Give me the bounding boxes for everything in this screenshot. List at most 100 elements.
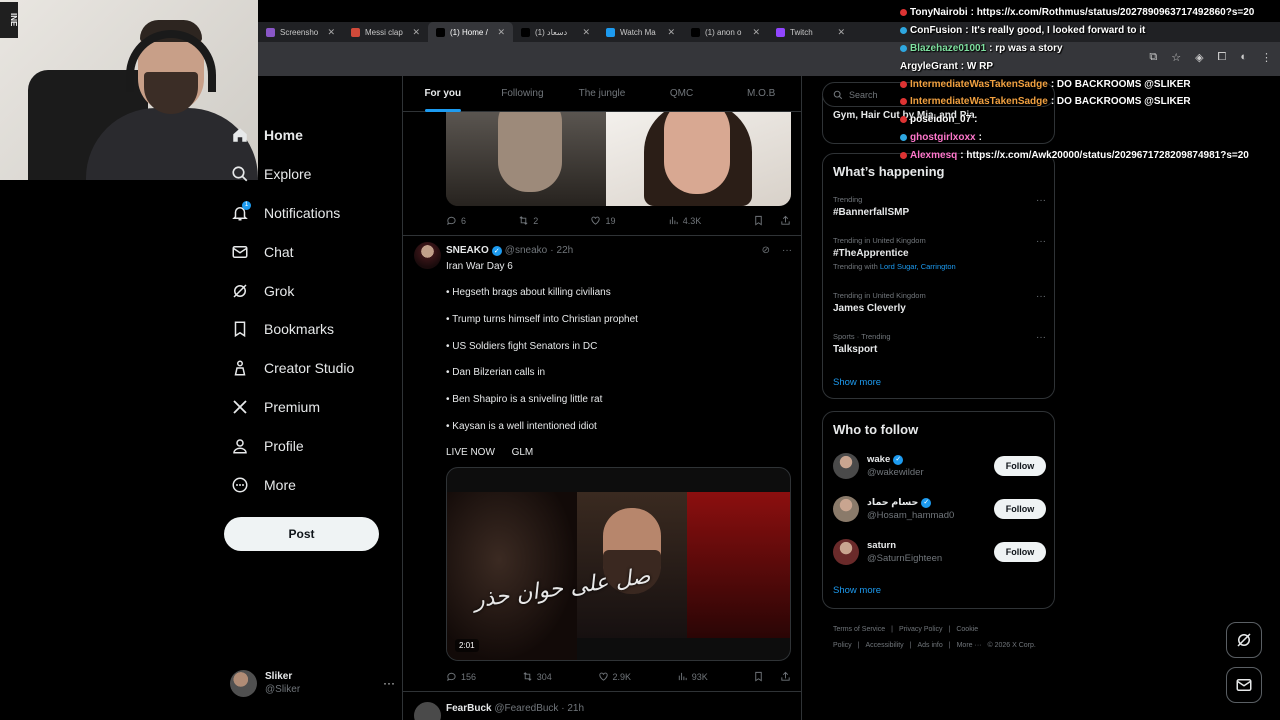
tab-close-icon[interactable]: ✕ <box>837 27 845 38</box>
follow-suggestion[interactable]: حسام حماد ✓ @Hosam_hammad0 Follow <box>833 491 1046 527</box>
tab-following[interactable]: Following <box>483 76 563 112</box>
sidebar-item-premium[interactable]: Premium <box>222 388 402 427</box>
browser-tab[interactable]: (1) دسعاد ✕ <box>513 22 598 42</box>
more-dots-icon[interactable]: ··· <box>383 676 395 690</box>
follow-button[interactable]: Follow <box>994 456 1046 476</box>
tab-qmc[interactable]: QMC <box>642 76 722 112</box>
footer-link[interactable]: Ads info <box>917 642 942 649</box>
tab-the-jungle[interactable]: The jungle <box>562 76 642 112</box>
tab-close-icon[interactable]: ✕ <box>752 27 760 38</box>
sidebar-item-notifications[interactable]: 1 Notifications <box>222 194 402 233</box>
more-dots-icon[interactable]: ··· <box>782 245 792 256</box>
bookmark-share[interactable] <box>753 671 791 682</box>
author-handle[interactable]: @sneako <box>505 245 547 256</box>
like-button[interactable]: 19 <box>590 215 615 226</box>
author-handle[interactable]: @FearedBuck <box>494 703 558 714</box>
avatar[interactable] <box>833 496 859 522</box>
browser-tab[interactable]: Screensho ✕ <box>258 22 343 42</box>
repost-button[interactable]: 2 <box>518 215 538 226</box>
post-links[interactable]: LIVE NOW GLM <box>446 447 533 458</box>
suggestion-name[interactable]: wake <box>867 453 890 466</box>
share-icon[interactable] <box>780 215 791 226</box>
more-dots-icon[interactable]: ··· <box>1036 236 1046 247</box>
sidebar-item-explore[interactable]: Explore <box>222 155 402 194</box>
grok-floating-button[interactable] <box>1226 622 1262 658</box>
sidebar-item-creator-studio[interactable]: Creator Studio <box>222 349 402 388</box>
follow-button[interactable]: Follow <box>994 542 1046 562</box>
views-button[interactable]: 4.3K <box>668 215 701 226</box>
suggestion-handle[interactable]: @wakewilder <box>867 466 924 479</box>
follow-suggestion[interactable]: wake ✓ @wakewilder Follow <box>833 448 1046 484</box>
tab-m-o-b[interactable]: M.O.B <box>721 76 801 112</box>
more-dots-icon[interactable]: ··· <box>1036 291 1046 302</box>
tab-close-icon[interactable]: ✕ <box>327 27 335 38</box>
browser-tab[interactable]: Twitch ✕ <box>768 22 853 42</box>
sidebar-item-profile[interactable]: Profile <box>222 426 402 465</box>
grok-icon[interactable]: ⊘ <box>762 245 770 256</box>
author-avatar[interactable] <box>414 702 441 720</box>
suggestion-name[interactable]: saturn <box>867 539 896 552</box>
browser-tab[interactable]: (1) anon o ✕ <box>683 22 768 42</box>
webcam-overlay: INE <box>0 0 258 180</box>
post-button[interactable]: Post <box>224 517 379 551</box>
suggestion-handle[interactable]: @Hosam_hammad0 <box>867 509 954 522</box>
tab-close-icon[interactable]: ✕ <box>497 27 505 38</box>
avatar[interactable] <box>833 539 859 565</box>
trend-related-links[interactable]: Lord Sugar, Carrington <box>880 262 956 271</box>
sidebar-item-chat[interactable]: Chat <box>222 232 402 271</box>
trend-item[interactable]: Sports · Trending Talksport ··· <box>833 332 1046 355</box>
bookmark-icon[interactable] <box>753 215 764 226</box>
tab-close-icon[interactable]: ✕ <box>582 27 590 38</box>
share-icon[interactable] <box>780 671 791 682</box>
follow-suggestion[interactable]: saturn @SaturnEighteen Follow <box>833 534 1046 570</box>
sidebar-item-more[interactable]: More <box>222 465 402 504</box>
browser-tab[interactable]: (1) Home / ✕ <box>428 22 513 42</box>
post-time[interactable]: 21h <box>567 703 584 714</box>
post-time[interactable]: 22h <box>557 245 574 256</box>
author-avatar[interactable] <box>414 242 441 269</box>
avatar[interactable] <box>833 453 859 479</box>
footer-link[interactable]: More ··· <box>957 642 982 649</box>
post-video[interactable]: صل على حوان حذر 2:01 <box>446 467 791 661</box>
like-button[interactable]: 2.9K <box>598 671 631 682</box>
reply-button[interactable]: 6 <box>446 215 466 226</box>
post-image[interactable] <box>446 112 791 206</box>
account-switcher[interactable]: Sliker @Sliker ··· <box>230 666 395 700</box>
footer-link[interactable]: Terms of Service <box>833 626 885 633</box>
author-name[interactable]: SNEAKO <box>446 245 489 256</box>
trends-show-more[interactable]: Show more <box>833 377 881 388</box>
footer-link[interactable]: © 2026 X Corp. <box>987 642 1035 649</box>
browser-tab[interactable]: Messi clap ✕ <box>343 22 428 42</box>
bookmark-icon[interactable] <box>753 671 764 682</box>
image-right-panel <box>606 112 791 206</box>
trend-item[interactable]: Trending in United Kingdom James Cleverly… <box>833 291 1046 314</box>
suggestion-name[interactable]: حسام حماد <box>867 496 918 509</box>
trend-item[interactable]: Trending in United Kingdom #TheApprentice… <box>833 236 1046 271</box>
sidebar-item-label: Profile <box>264 437 304 454</box>
messages-floating-button[interactable] <box>1226 667 1262 703</box>
footer-link[interactable]: Privacy Policy <box>899 626 943 633</box>
author-name[interactable]: FearBuck <box>446 703 492 714</box>
trend-item[interactable]: Trending #BannerfallSMP ··· <box>833 195 1046 218</box>
tab-for-you[interactable]: For you <box>403 76 483 112</box>
screen: Screensho ✕ Messi clap ✕ (1) Home / ✕ (1) دسعا… <box>0 0 1280 720</box>
repost-button[interactable]: 304 <box>522 671 552 682</box>
tab-close-icon[interactable]: ✕ <box>667 27 675 38</box>
follow-show-more[interactable]: Show more <box>833 585 881 596</box>
more-dots-icon[interactable]: ··· <box>1036 332 1046 343</box>
suggestion-handle[interactable]: @SaturnEighteen <box>867 552 942 565</box>
views-button[interactable]: 93K <box>677 671 708 682</box>
bookmark-share[interactable] <box>753 215 791 226</box>
post-fearbuck[interactable]: FearBuck @FearedBuck · 21h <box>403 696 801 720</box>
footer-link[interactable]: Accessibility <box>866 642 904 649</box>
sidebar-item-bookmarks[interactable]: Bookmarks <box>222 310 402 349</box>
tab-close-icon[interactable]: ✕ <box>412 27 420 38</box>
footer-separator: | <box>948 642 951 649</box>
browser-tab[interactable]: Watch Ma ✕ <box>598 22 683 42</box>
more-dots-icon[interactable]: ··· <box>1036 195 1046 206</box>
reply-count: 156 <box>461 671 477 682</box>
reply-button[interactable]: 156 <box>446 671 476 682</box>
sidebar-item-grok[interactable]: Grok <box>222 271 402 310</box>
follow-button[interactable]: Follow <box>994 499 1046 519</box>
sidebar-item-home[interactable]: Home <box>222 116 402 155</box>
